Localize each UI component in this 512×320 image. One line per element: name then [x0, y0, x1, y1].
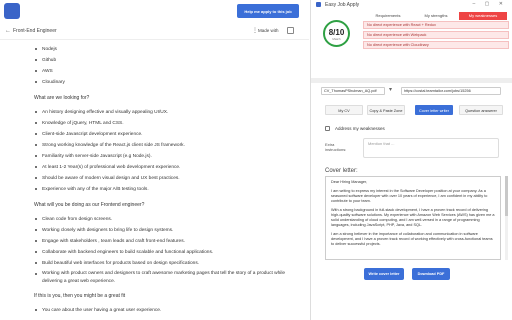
list-item: You care about the user having a great u…: [34, 305, 302, 316]
back-arrow-icon[interactable]: ←: [5, 28, 11, 34]
job-title: Front-End Engineer: [13, 28, 57, 34]
list-item: Experience with any of the major A/B tes…: [34, 184, 302, 195]
list-item: An history designing effective and visua…: [34, 107, 302, 118]
list-item: Working with product owners and designer…: [34, 269, 302, 286]
extra-instructions-label: Extra instructions:: [325, 142, 347, 152]
list-item: Strong working knowledge of the React.js…: [34, 140, 302, 151]
list-item: Engage with stakeholders , team leads an…: [34, 236, 302, 247]
list-item: Familiarity with server-side Javascript …: [34, 151, 302, 162]
match-score: 8/10 Match: [323, 20, 350, 47]
list-item: AWS: [34, 66, 302, 77]
chevron-down-icon[interactable]: ▾: [389, 86, 392, 93]
section-heading: What will you be doing as our Frontend e…: [34, 202, 145, 208]
analysis-tabs: Requirements My strengths My weaknesses: [363, 12, 509, 20]
weaknesses-list: No direct experience with React + Redux …: [363, 21, 509, 51]
list-item: Should be aware of modern visual design …: [34, 173, 302, 184]
job-description: Nodejs Github AWS Cloudinary What are we…: [34, 44, 302, 316]
checkbox-label: Address my weaknesses: [335, 126, 385, 131]
job-page: Help me apply to this job ← Front-End En…: [0, 0, 309, 320]
list-item: Client-side Javascript development exper…: [34, 129, 302, 140]
weakness-item: No direct experience with Cloudinary: [363, 41, 509, 49]
made-with-label: Made with: [258, 28, 279, 33]
cover-paragraph: I am a strong believer in the importance…: [331, 232, 493, 246]
tab-cover-letter[interactable]: Cover letter writer: [415, 105, 453, 115]
list-item: Working closely with designers to bring …: [34, 225, 302, 236]
cover-letter-textarea[interactable]: Dear Hiring Manager, I am writing to exp…: [325, 176, 501, 260]
tab-question-answerer[interactable]: Question answerer: [459, 105, 503, 115]
list-item: Clean code from design screens.: [34, 214, 302, 225]
help-apply-button[interactable]: Help me apply to this job: [237, 4, 299, 18]
tool-tabs: My CV Copy & Paste Zone Cover letter wri…: [325, 105, 505, 115]
window-icon[interactable]: [287, 27, 294, 34]
tab-my-cv[interactable]: My CV: [325, 105, 363, 115]
app-name: Easy Job Apply: [325, 2, 360, 8]
weakness-item: No direct experience with React + Redux: [363, 21, 509, 29]
tab-strengths[interactable]: My strengths: [413, 12, 459, 20]
scrollbar[interactable]: [505, 176, 508, 260]
divider: [311, 78, 512, 83]
tab-requirements[interactable]: Requirements: [363, 12, 413, 20]
list-item: Build beautiful web interfaces for produ…: [34, 258, 302, 269]
resume-select[interactable]: CV_ThomasPShulman_AQ.pdf: [321, 87, 385, 95]
cover-paragraph: I am writing to express my interest in t…: [331, 189, 488, 203]
cover-paragraph: Dear Hiring Manager,: [331, 180, 368, 184]
extra-instructions-input[interactable]: Mention that ...: [363, 138, 499, 158]
score-label: Match: [332, 37, 341, 41]
section-heading: If this is you, then you might be a grea…: [34, 293, 126, 299]
list-item: At least 1-2 Year(s) of professional web…: [34, 162, 302, 173]
list-item: Collaborate with backend engineers to bu…: [34, 247, 302, 258]
score-value: 8/10: [328, 28, 345, 37]
tab-weaknesses[interactable]: My weaknesses: [459, 12, 507, 20]
list-item: Github: [34, 55, 302, 66]
list-item: Nodejs: [34, 44, 302, 55]
cover-letter-title: Cover letter:: [325, 168, 358, 174]
top-bar: Help me apply to this job: [0, 0, 309, 22]
job-url-input[interactable]: https://costal.teamtailor.com/jobs/15256: [401, 87, 501, 95]
weakness-item: No direct experience with Webpack: [363, 31, 509, 39]
app-icon: [316, 2, 321, 7]
panel-titlebar: Easy Job Apply – ▢ ✕: [311, 0, 512, 10]
write-cover-letter-button[interactable]: Write cover letter: [364, 268, 404, 280]
breadcrumb: ← Front-End Engineer ⋮ Made with: [0, 24, 309, 40]
download-pdf-button[interactable]: Download PDF: [412, 268, 450, 280]
window-controls[interactable]: – ▢ ✕: [473, 1, 507, 7]
scrollbar-thumb[interactable]: [505, 176, 508, 216]
section-heading: What are we looking for?: [34, 95, 90, 101]
tab-copy-paste[interactable]: Copy & Paste Zone: [367, 105, 405, 115]
list-item: Knowledge of jQuery, HTML and CSS.: [34, 118, 302, 129]
list-item: Cloudinary: [34, 77, 302, 88]
app-logo: [4, 3, 20, 19]
extension-panel: Easy Job Apply – ▢ ✕ 8/10 Match Requirem…: [310, 0, 512, 320]
address-weaknesses-checkbox[interactable]: [325, 126, 330, 131]
cover-paragraph: With a strong background in full-stack d…: [331, 208, 495, 227]
